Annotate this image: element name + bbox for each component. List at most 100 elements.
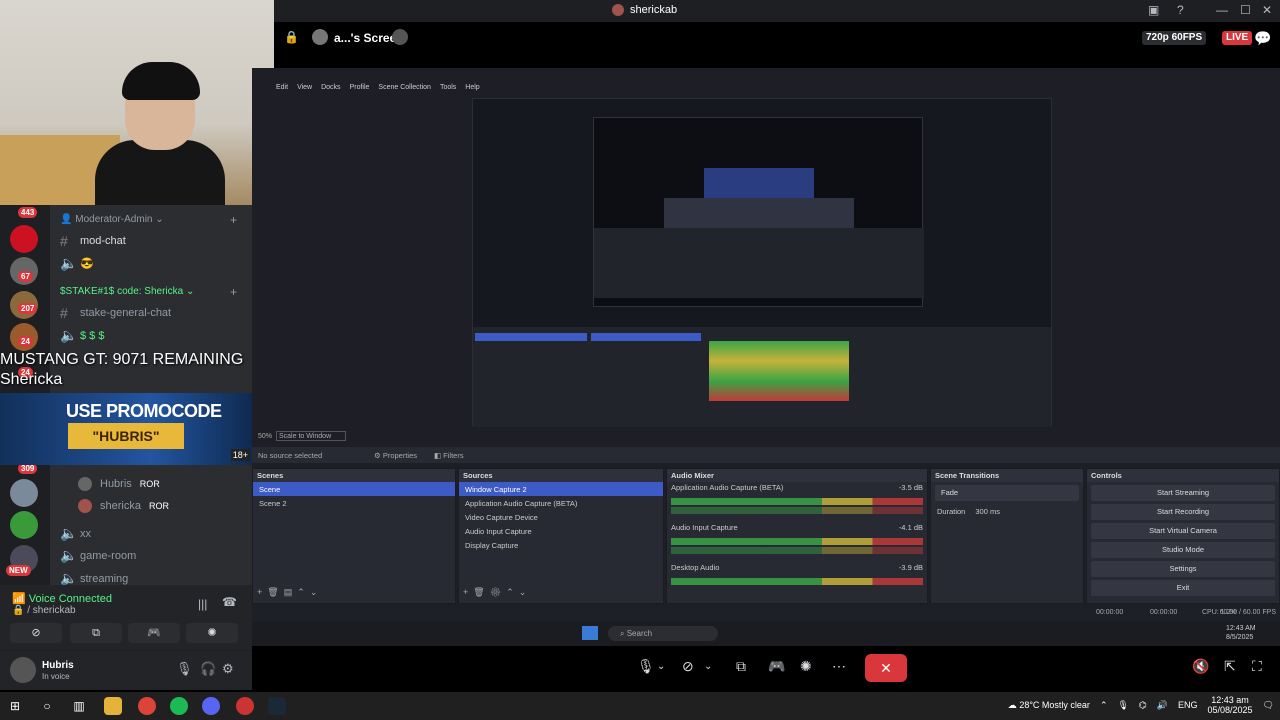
app-icon[interactable]: [236, 697, 254, 715]
steam-icon[interactable]: [268, 697, 286, 715]
transition-dropdown[interactable]: Fade: [935, 485, 1079, 501]
category-stake[interactable]: $STAKE#1$ code: Shericka ⌄: [60, 286, 194, 297]
popout-icon[interactable]: ⇱: [1224, 658, 1236, 675]
channel-mod-chat[interactable]: # mod-chat: [60, 233, 126, 249]
weather-widget[interactable]: ☁ 28°C Mostly clear: [1008, 700, 1090, 711]
voice-channel-game-room[interactable]: 🔈 game-room: [60, 547, 136, 564]
trash-icon[interactable]: 🗑: [473, 587, 484, 597]
headset-icon[interactable]: 🎧: [200, 661, 216, 677]
up-icon[interactable]: ⌃: [297, 587, 305, 597]
gear-icon[interactable]: ⚙: [490, 587, 501, 597]
close-icon[interactable]: ✕: [1262, 3, 1272, 17]
help-icon[interactable]: ?: [1177, 3, 1184, 17]
end-call-button[interactable]: ✕: [865, 654, 907, 682]
volume-icon[interactable]: 🔊: [1157, 700, 1168, 711]
add-icon[interactable]: +: [463, 587, 468, 597]
settings-gear-icon[interactable]: ⚙: [222, 661, 234, 677]
studio-mode-button[interactable]: Studio Mode: [1091, 542, 1275, 558]
voice-channel-xx[interactable]: 🔈 xx: [60, 525, 91, 542]
filter-icon[interactable]: ▤: [284, 587, 293, 597]
spotify-icon[interactable]: [170, 697, 188, 715]
up-icon[interactable]: ⌃: [506, 587, 514, 597]
chrome-icon[interactable]: [138, 697, 156, 715]
search-icon[interactable]: ○: [38, 697, 56, 715]
menu-edit[interactable]: Edit: [276, 84, 288, 96]
source-item[interactable]: Video Capture Device: [459, 510, 663, 524]
server-icon[interactable]: [10, 479, 38, 507]
down-icon[interactable]: ⌄: [519, 587, 527, 597]
obs-preview[interactable]: [472, 98, 1052, 427]
chevron-up-icon[interactable]: ⌃: [1100, 700, 1108, 711]
server-icon[interactable]: [10, 225, 38, 253]
volume-meter: [671, 498, 923, 505]
chevron-down-icon[interactable]: ⌄: [657, 661, 665, 672]
properties-button[interactable]: ⚙ Properties: [374, 451, 417, 460]
chevron-down-icon[interactable]: ⌄: [704, 661, 712, 672]
menu-help[interactable]: Help: [465, 84, 479, 96]
start-virtual-camera-button[interactable]: Start Virtual Camera: [1091, 523, 1275, 539]
language-indicator[interactable]: ENG: [1178, 700, 1198, 710]
exit-button[interactable]: Exit: [1091, 580, 1275, 596]
mic-icon[interactable]: 🎙: [637, 658, 655, 675]
duration-row: Duration 300 ms: [937, 507, 1000, 516]
server-icon[interactable]: [10, 511, 38, 539]
scene-item[interactable]: Scene 2: [253, 496, 455, 510]
screen-share-button[interactable]: ⧉: [70, 623, 122, 643]
start-recording-button[interactable]: Start Recording: [1091, 504, 1275, 520]
camera-off-icon[interactable]: ⊘: [682, 658, 694, 675]
add-icon[interactable]: +: [257, 587, 262, 597]
activities-icon[interactable]: 🎮: [768, 658, 785, 675]
activities-button[interactable]: 🎮: [128, 623, 180, 643]
source-item[interactable]: Window Capture 2: [459, 482, 663, 496]
file-explorer-icon[interactable]: [104, 697, 122, 715]
menu-view[interactable]: View: [297, 84, 312, 96]
screen-share-icon[interactable]: ⧉: [736, 658, 746, 675]
maximize-icon[interactable]: ☐: [1240, 3, 1251, 17]
inbox-icon[interactable]: ▣: [1148, 3, 1159, 17]
add-channel-icon[interactable]: +: [230, 285, 237, 299]
duration-input[interactable]: 300 ms: [975, 507, 1000, 516]
notifications-icon[interactable]: 🗨: [1263, 700, 1274, 711]
down-icon[interactable]: ⌄: [310, 587, 318, 597]
mic-icon[interactable]: 🎙: [176, 661, 193, 677]
menu-scene-collection[interactable]: Scene Collection: [378, 84, 431, 96]
source-toolbar: + 🗑 ⚙ ⌃ ⌄: [463, 587, 526, 598]
source-item[interactable]: Audio Input Capture: [459, 524, 663, 538]
clock[interactable]: 12:43 am 05/08/2025: [1208, 695, 1253, 715]
voice-channel[interactable]: 🔈 😎: [60, 255, 94, 272]
menu-tools[interactable]: Tools: [440, 84, 456, 96]
chat-icon[interactable]: 💬: [1254, 30, 1271, 47]
avatar[interactable]: [10, 657, 36, 683]
source-item[interactable]: Display Capture: [459, 538, 663, 552]
task-view-icon[interactable]: ▥: [70, 697, 88, 715]
voice-channel[interactable]: 🔈 $ $ $: [60, 327, 104, 344]
menu-profile[interactable]: Profile: [350, 84, 370, 96]
voice-user-shericka[interactable]: shericka ROR: [78, 499, 169, 513]
hash-icon: #: [60, 233, 68, 249]
channel-stake-general[interactable]: # stake-general-chat: [60, 305, 171, 321]
windows-start-icon[interactable]: ⊞: [6, 697, 24, 715]
network-icon[interactable]: ⌬: [1139, 700, 1147, 711]
disconnect-icon[interactable]: ☎: [222, 595, 237, 609]
minimize-icon[interactable]: —: [1216, 3, 1228, 17]
mic-tray-icon[interactable]: 🎙: [1117, 700, 1128, 711]
volume-mute-icon[interactable]: 🔇: [1192, 658, 1209, 675]
noise-suppression-icon[interactable]: |||: [198, 597, 207, 611]
scale-dropdown[interactable]: Scale to Window: [276, 431, 346, 441]
source-item[interactable]: Application Audio Capture (BETA): [459, 496, 663, 510]
soundboard-icon[interactable]: ✺: [800, 658, 812, 675]
add-channel-icon[interactable]: +: [230, 213, 237, 227]
video-toggle-button[interactable]: ⊘: [10, 623, 62, 643]
settings-button[interactable]: Settings: [1091, 561, 1275, 577]
trash-icon[interactable]: 🗑: [267, 587, 278, 597]
soundboard-button[interactable]: ✺: [186, 623, 238, 643]
discord-icon[interactable]: [202, 697, 220, 715]
fullscreen-icon[interactable]: ⛶: [1252, 658, 1262, 675]
filters-button[interactable]: ◧ Filters: [434, 451, 464, 460]
more-icon[interactable]: ⋯: [832, 658, 846, 675]
scene-item[interactable]: Scene: [253, 482, 455, 496]
voice-user-hubris[interactable]: Hubris ROR: [78, 477, 160, 491]
start-streaming-button[interactable]: Start Streaming: [1091, 485, 1275, 501]
menu-docks[interactable]: Docks: [321, 84, 340, 96]
category-moderator[interactable]: 👤 Moderator-Admin ⌄: [60, 214, 164, 225]
